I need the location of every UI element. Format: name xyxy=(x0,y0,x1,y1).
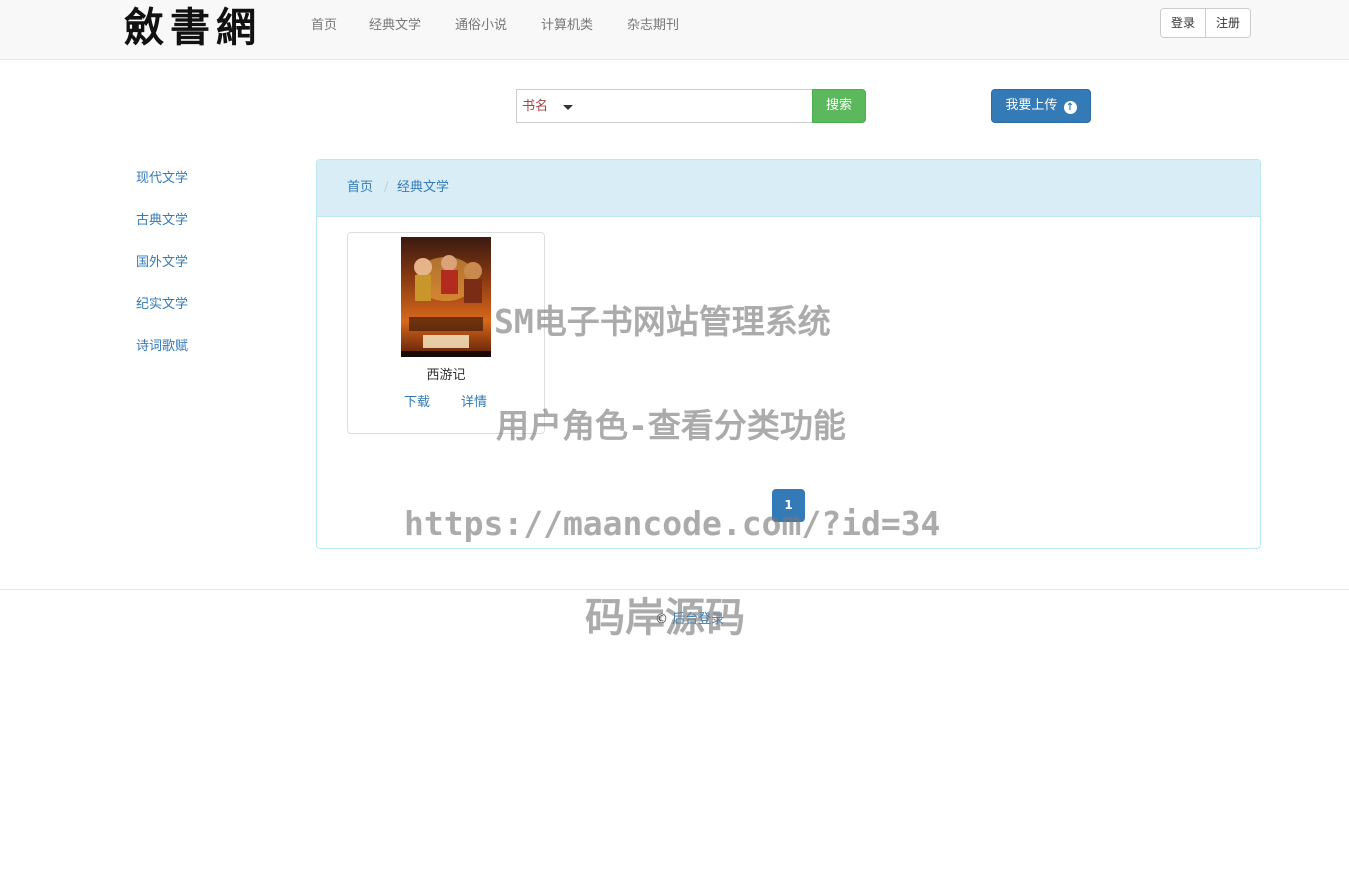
sidebar-item-documentary-literature[interactable]: 纪实文学 xyxy=(136,297,188,313)
download-link[interactable]: 下载 xyxy=(404,395,430,411)
nav-classic-literature[interactable]: 经典文学 xyxy=(369,18,421,34)
book-title: 西游记 xyxy=(426,368,466,383)
search-bar: 书名 xyxy=(516,89,814,123)
footer-divider xyxy=(0,589,1349,590)
sidebar-item-foreign-literature[interactable]: 国外文学 xyxy=(136,255,188,271)
breadcrumb-home[interactable]: 首页 xyxy=(347,180,373,196)
top-navbar: 斂書網 首页 经典文学 通俗小说 计算机类 杂志期刊 登录 注册 xyxy=(0,0,1349,60)
login-button[interactable]: 登录 xyxy=(1161,9,1206,37)
upload-button[interactable]: 我要上传 ↑ xyxy=(991,89,1091,123)
pagination-page[interactable]: 1 xyxy=(772,489,805,522)
search-button[interactable]: 搜索 xyxy=(812,89,866,123)
admin-login-link[interactable]: 后台登录 xyxy=(672,612,724,627)
breadcrumb: 首页 / 经典文学 xyxy=(317,160,1260,217)
footer: © 后台登录 xyxy=(655,612,724,628)
upload-button-label: 我要上传 xyxy=(1005,98,1058,113)
arrow-up-circle-icon: ↑ xyxy=(1063,101,1077,114)
caret-down-icon[interactable] xyxy=(563,105,573,110)
book-cover-image[interactable] xyxy=(401,237,491,357)
breadcrumb-classic-literature[interactable]: 经典文学 xyxy=(397,180,449,196)
auth-button-group: 登录 注册 xyxy=(1160,8,1252,38)
site-logo[interactable]: 斂書網 xyxy=(124,4,262,52)
sidebar-item-ancient-literature[interactable]: 古典文学 xyxy=(136,213,188,229)
sidebar-item-modern-literature[interactable]: 现代文学 xyxy=(136,171,188,187)
book-card: 西游记 下载 详情 xyxy=(347,232,545,434)
register-button[interactable]: 注册 xyxy=(1205,9,1251,37)
copyright-symbol: © xyxy=(655,612,668,627)
nav-home[interactable]: 首页 xyxy=(311,18,337,34)
nav-magazines[interactable]: 杂志期刊 xyxy=(627,18,679,34)
nav-computer[interactable]: 计算机类 xyxy=(541,18,593,34)
sidebar-item-poetry[interactable]: 诗词歌赋 xyxy=(136,339,188,355)
book-list-panel: 首页 / 经典文学 西游记 下载 详情 1 xyxy=(316,159,1261,549)
search-type-select[interactable]: 书名 xyxy=(522,99,548,115)
detail-link[interactable]: 详情 xyxy=(461,395,487,411)
breadcrumb-separator: / xyxy=(384,180,389,195)
nav-popular-fiction[interactable]: 通俗小说 xyxy=(455,18,507,34)
search-input[interactable] xyxy=(581,91,809,121)
